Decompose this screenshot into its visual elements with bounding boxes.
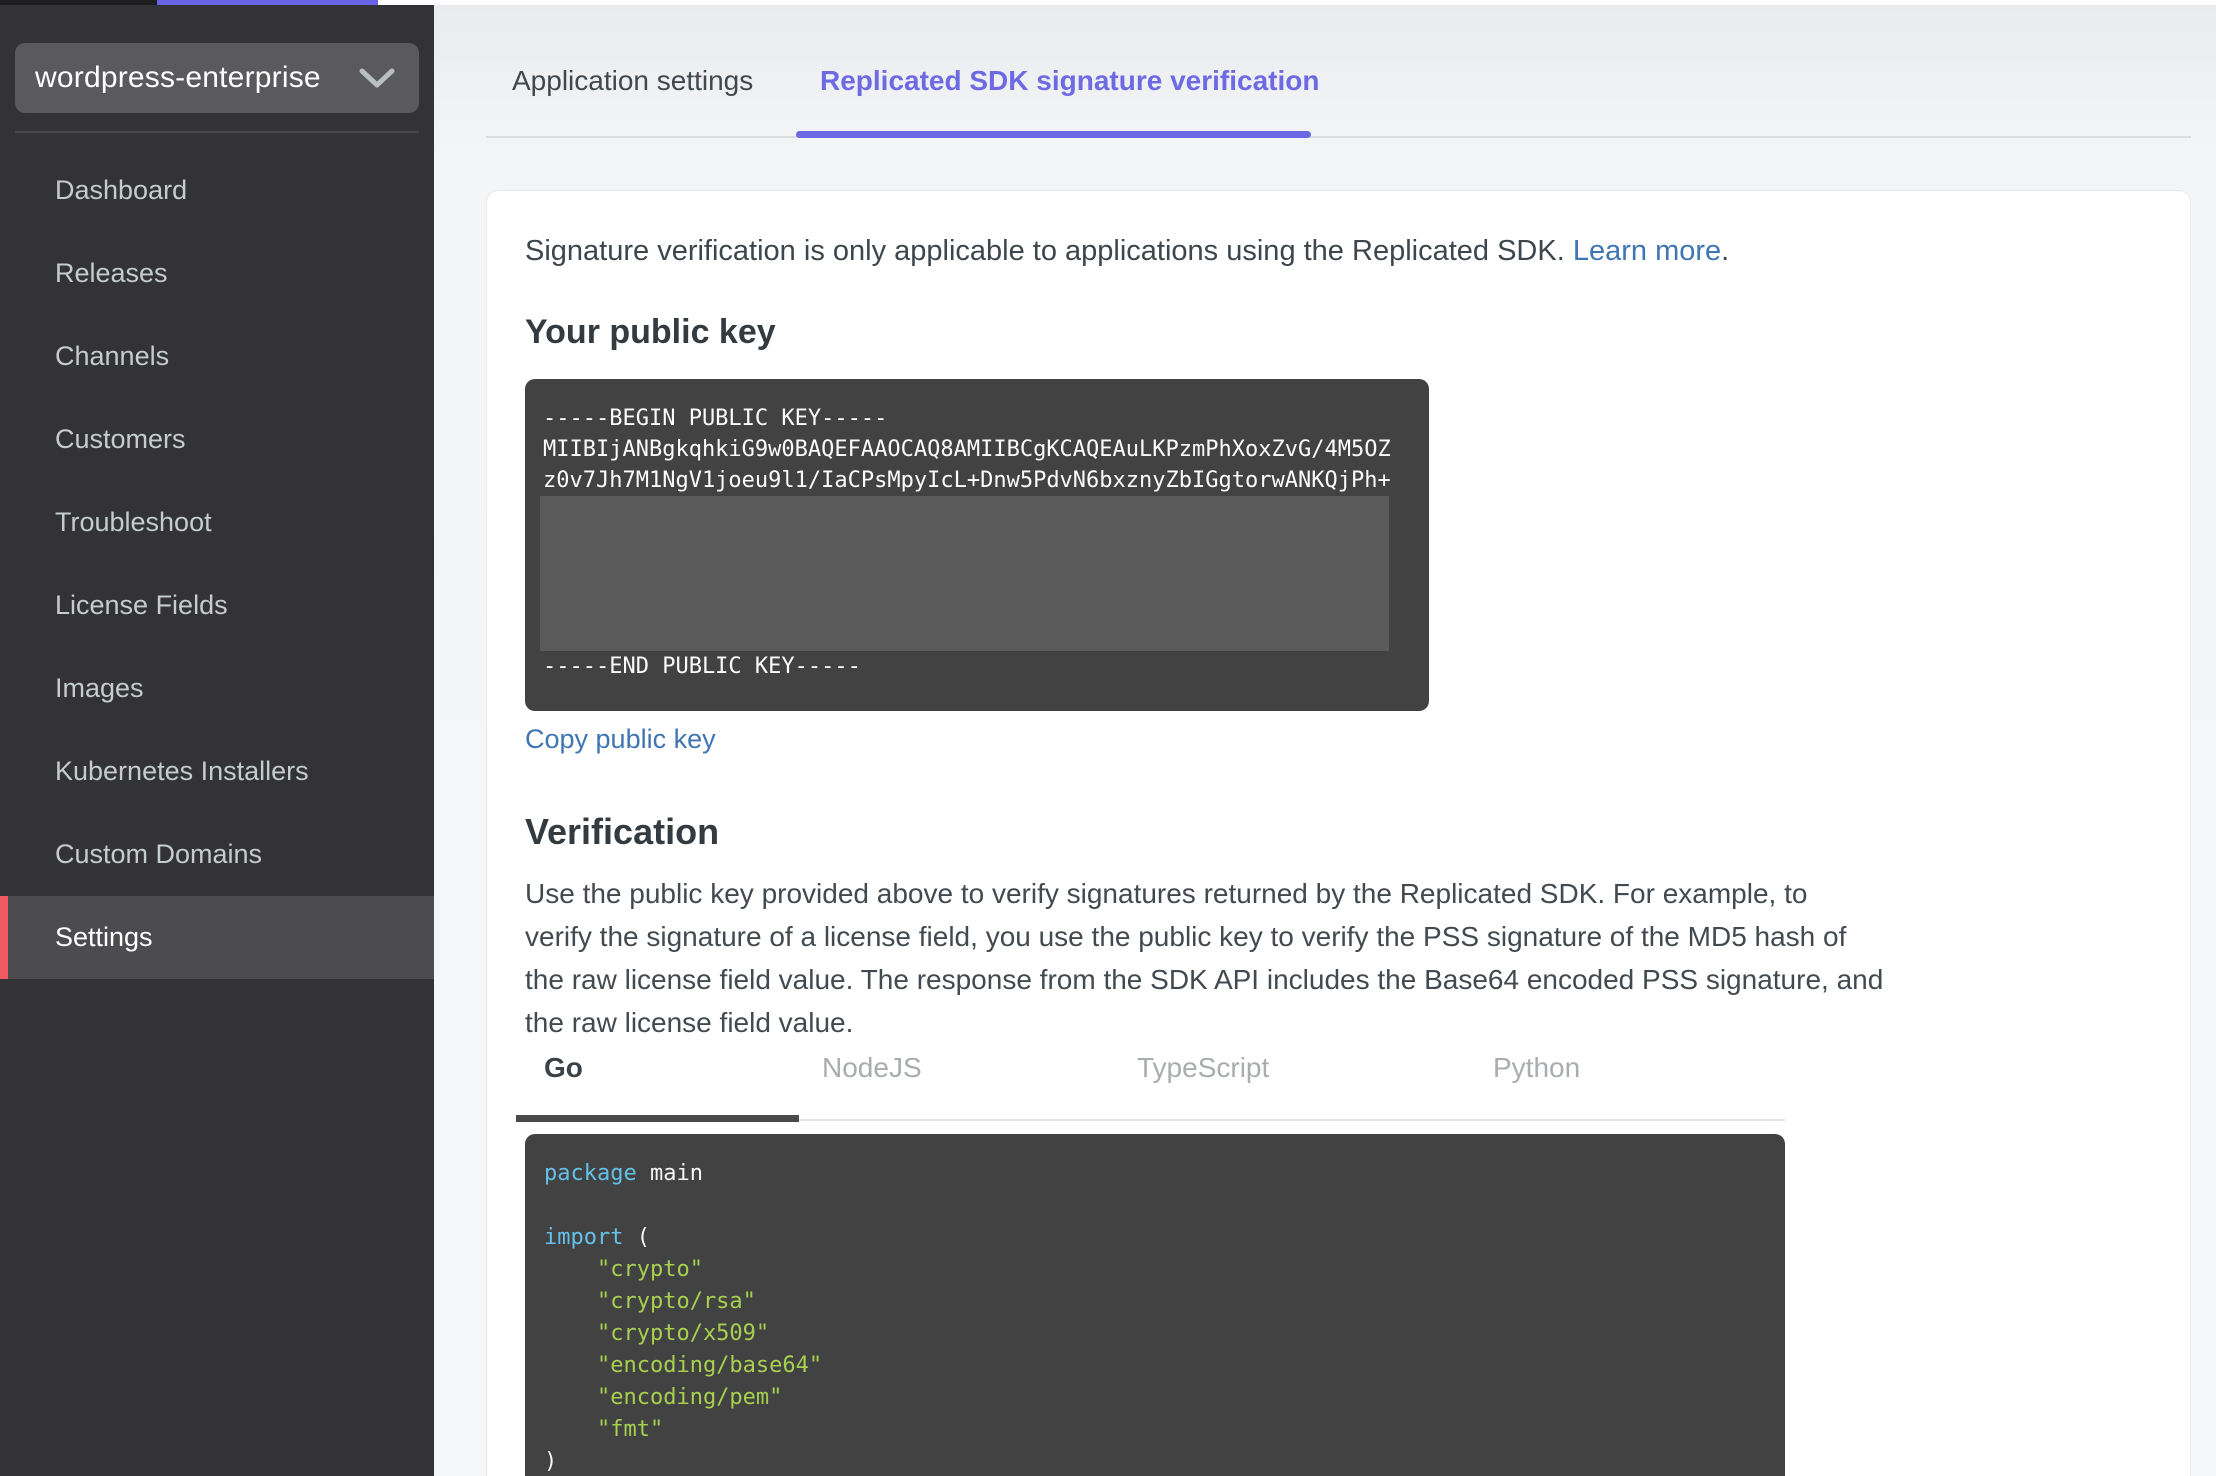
learn-more-link[interactable]: Learn more [1573,235,1721,267]
public-key-heading: Your public key [525,313,776,351]
sidebar-item-custom-domains[interactable]: Custom Domains [0,813,434,896]
copy-public-key-link[interactable]: Copy public key [525,724,716,755]
code-import-string: "encoding/base64" [544,1353,823,1378]
code-tab-nodejs[interactable]: NodeJS [822,1052,922,1084]
code-import-string: "crypto/x509" [544,1321,770,1346]
page: wordpress-enterprise Dashboard Releases … [0,0,2216,1476]
public-key-block: -----BEGIN PUBLIC KEY----- MIIBIjANBgkqh… [525,379,1429,711]
signature-verification-card: Signature verification is only applicabl… [486,190,2191,1476]
settings-tab-bar: Application settings Replicated SDK sign… [434,5,2216,145]
verification-paragraph-line: verify the signature of a license field,… [525,921,1847,952]
intro-text: Signature verification is only applicabl… [525,235,1729,268]
active-tab-underline [796,131,1311,138]
code-import-string: "crypto" [544,1257,703,1282]
code-keyword: import [544,1225,624,1250]
sidebar-divider [15,131,419,133]
application-select-value: wordpress-enterprise [35,61,321,94]
intro-suffix: . [1721,235,1730,267]
top-strip-progress [157,0,378,5]
top-strip-white [378,0,2216,5]
code-tab-go[interactable]: Go [544,1052,583,1084]
top-strip [0,0,2216,5]
go-code-block: package main import ( "crypto" "crypto/r… [525,1134,1785,1476]
verification-paragraph-line: Use the public key provided above to ver… [525,878,1808,909]
top-strip-dark [0,0,157,5]
public-key-line: z0v7Jh7M1NgV1joeu9l1/IaCPsMpyIcL+Dnw5Pdv… [543,468,1391,493]
sidebar-item-kubernetes-installers[interactable]: Kubernetes Installers [0,730,434,813]
sidebar: wordpress-enterprise Dashboard Releases … [0,5,434,1476]
code-import-string: "encoding/pem" [544,1385,783,1410]
code-tab-python[interactable]: Python [1493,1052,1580,1084]
tab-application-settings[interactable]: Application settings [512,65,753,97]
chevron-down-icon [359,68,395,88]
sidebar-item-channels[interactable]: Channels [0,315,434,398]
sidebar-item-customers[interactable]: Customers [0,398,434,481]
code-keyword: package [544,1161,637,1186]
sidebar-item-images[interactable]: Images [0,647,434,730]
intro-sentence: Signature verification is only applicabl… [525,235,1565,267]
sidebar-item-troubleshoot[interactable]: Troubleshoot [0,481,434,564]
sidebar-item-dashboard[interactable]: Dashboard [0,149,434,232]
verification-heading: Verification [525,811,720,852]
application-select-dropdown[interactable]: wordpress-enterprise [15,43,419,113]
sidebar-nav: Dashboard Releases Channels Customers Tr… [0,149,434,979]
code-tab-typescript[interactable]: TypeScript [1137,1052,1269,1084]
verification-paragraph-line: the raw license field value. The respons… [525,964,1884,995]
public-key-end-line: -----END PUBLIC KEY----- [543,654,861,679]
verification-paragraph: Use the public key provided above to ver… [525,872,1883,1044]
public-key-line: MIIBIjANBgkqhkiG9w0BAQEFAAOCAQ8AMIIBCgKC… [543,437,1391,462]
code-active-tab-underline [516,1115,799,1122]
main-content: Application settings Replicated SDK sign… [434,5,2216,1476]
code-import-string: "fmt" [544,1417,664,1442]
verification-paragraph-line: the raw license field value. [525,1007,854,1038]
public-key-line: -----BEGIN PUBLIC KEY----- [543,406,888,431]
sidebar-item-releases[interactable]: Releases [0,232,434,315]
sidebar-item-settings[interactable]: Settings [0,896,434,979]
tab-bar-border [486,136,2191,138]
code-text: ( [623,1225,650,1250]
public-key-redacted-area [540,496,1389,651]
code-text: ) [544,1449,558,1474]
tab-replicated-sdk-signature-verification[interactable]: Replicated SDK signature verification [820,65,1319,97]
code-import-string: "crypto/rsa" [544,1289,756,1314]
code-text: main [636,1161,703,1186]
sidebar-item-license-fields[interactable]: License Fields [0,564,434,647]
